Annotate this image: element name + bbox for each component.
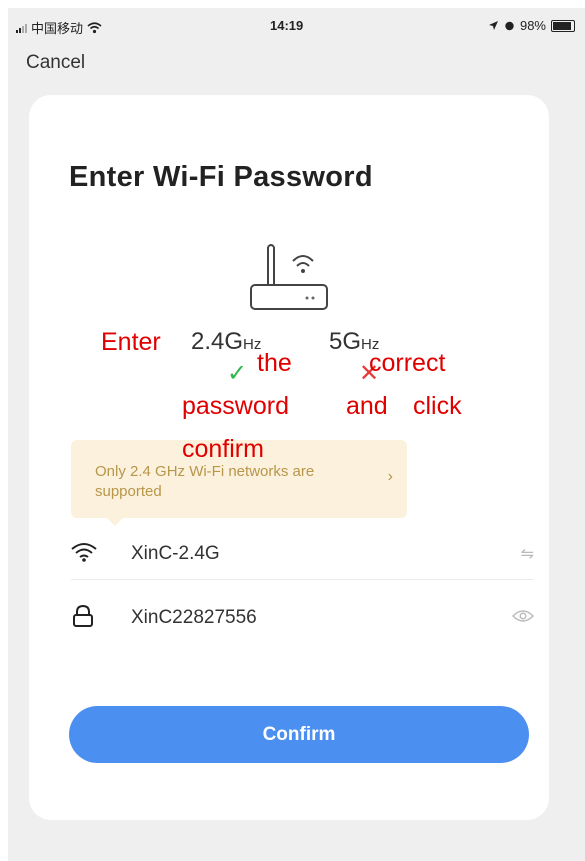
switch-network-icon[interactable]: ⇋: [504, 544, 534, 564]
ssid-field[interactable]: XinC-2.4G ⇋: [71, 529, 534, 580]
alarm-icon: [505, 21, 514, 31]
annotation-word: and: [346, 392, 388, 420]
checkmark-icon: ✓: [227, 360, 248, 387]
status-right: 98%: [488, 18, 575, 33]
confirm-button[interactable]: Confirm: [69, 706, 529, 763]
annotation-word: Enter: [101, 328, 161, 356]
status-left: 中国移动: [16, 18, 102, 37]
band-2-4ghz-label: 2.4GHz: [191, 328, 261, 356]
annotation-word: the: [257, 349, 292, 377]
battery-icon: [551, 19, 575, 32]
annotation-word: confirm: [182, 435, 264, 463]
annotation-word: click: [413, 392, 462, 420]
password-value: XinC22827556: [131, 607, 257, 628]
eye-icon[interactable]: [504, 609, 535, 628]
page-title: Enter Wi-Fi Password: [69, 161, 373, 193]
battery-percent: 98%: [519, 18, 546, 33]
wifi-status-icon: [87, 21, 102, 33]
band-5ghz-value: 5G: [329, 328, 362, 355]
band-2-4ghz-value: 2.4G: [191, 328, 244, 355]
status-time: 14:19: [270, 18, 304, 33]
annotation-word: correct: [369, 349, 446, 377]
chevron-right-icon: ›: [387, 468, 393, 485]
signal-icon: [16, 23, 27, 33]
band-notice-text: Only 2.4 GHz Wi-Fi networks are supporte…: [95, 463, 315, 500]
carrier-label: 中国移动: [31, 21, 84, 36]
ssid-value: XinC-2.4G: [131, 543, 220, 564]
password-field[interactable]: XinC22827556: [71, 593, 535, 643]
location-icon: [488, 21, 498, 30]
router-icon: [250, 244, 328, 310]
cancel-button[interactable]: Cancel: [26, 52, 85, 74]
wifi-icon: [71, 542, 111, 567]
phone-screen: 中国移动 14:19 98% Cancel Enter Wi-Fi Passwo…: [8, 8, 585, 861]
status-bar: 中国移动 14:19 98%: [8, 8, 585, 42]
lock-icon: [71, 604, 111, 633]
wifi-password-card: Enter Wi-Fi Password 2.4GHz 5GHz ✓ ✕ Onl…: [29, 95, 549, 820]
annotation-word: password: [182, 392, 289, 420]
